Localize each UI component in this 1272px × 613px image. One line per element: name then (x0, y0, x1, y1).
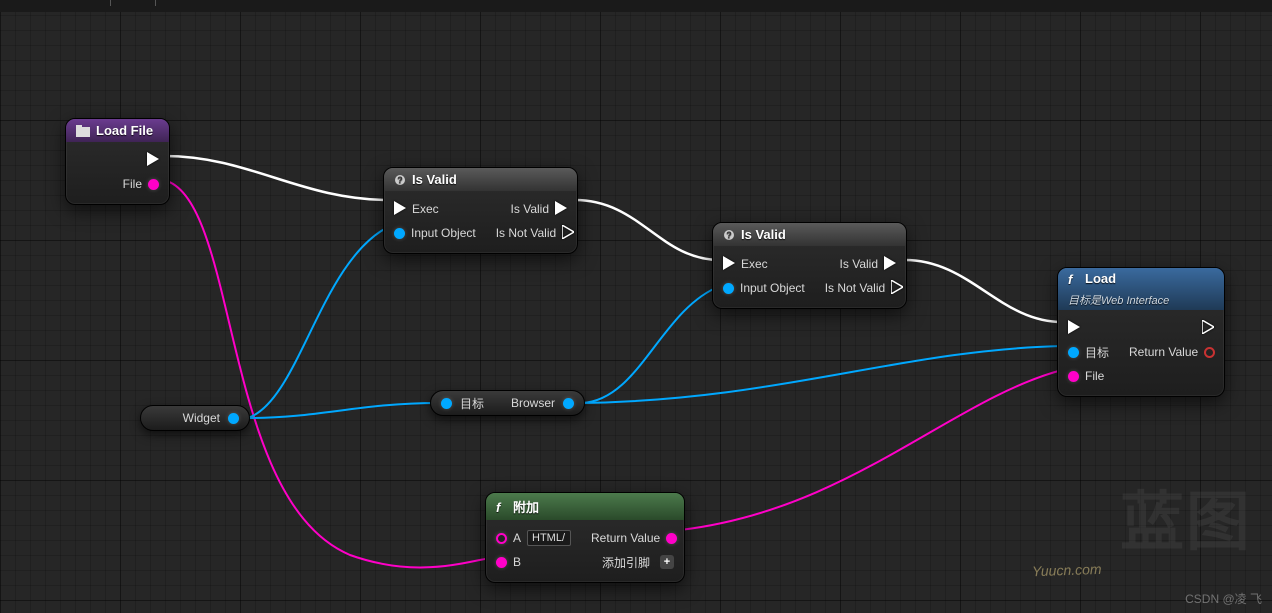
pin-dot-blue[interactable] (228, 413, 239, 424)
pin-dot-blue (723, 283, 734, 294)
pin-label: Is Not Valid (825, 281, 885, 295)
ruler-mark (110, 0, 111, 6)
pin-label: Is Valid (511, 202, 549, 216)
pin-a[interactable]: A (486, 530, 581, 546)
pin-return-value[interactable]: Return Value (581, 531, 685, 545)
node-header: ? Is Valid (384, 168, 577, 191)
pin-label: Is Not Valid (496, 226, 556, 240)
pin-is-valid-out[interactable]: Is Valid (501, 201, 577, 218)
pin-dot-magenta-outline (496, 533, 507, 544)
function-icon: f (496, 501, 507, 513)
watermark-url: Yuucn.com (1032, 561, 1102, 579)
top-ruler (0, 0, 1272, 12)
pin-dot-blue (1068, 347, 1079, 358)
function-icon: f (1068, 273, 1079, 285)
pin-exec-out[interactable] (1192, 320, 1224, 337)
pin-exec-in[interactable]: Exec (713, 256, 778, 273)
watermark-csdn: CSDN @凌 飞 (1185, 590, 1262, 607)
pin-label: 目标 (1085, 344, 1109, 361)
reroute-browser[interactable]: 目标 Browser (430, 390, 585, 416)
pin-dot-magenta (666, 533, 677, 544)
pin-return-value[interactable]: Return Value (1119, 345, 1225, 359)
pin-is-valid-out[interactable]: Is Valid (830, 256, 906, 273)
node-subtitle: 目标是Web Interface (1068, 292, 1169, 308)
pin-is-not-valid-out[interactable]: Is Not Valid (815, 280, 907, 297)
pin-dot-magenta (496, 557, 507, 568)
node-title: 附加 (513, 497, 539, 516)
add-pin-button[interactable]: + 添加引脚 (592, 554, 684, 571)
pin-dot-blue (394, 228, 405, 239)
pin-label: Input Object (740, 281, 805, 295)
pin-label: Is Valid (840, 257, 878, 271)
pin-a-value-input[interactable] (527, 530, 571, 546)
pin-file-in[interactable]: File (1058, 369, 1114, 383)
svg-text:?: ? (726, 230, 732, 240)
node-title: Load (1085, 271, 1116, 286)
pin-exec-in[interactable]: Exec (384, 201, 449, 218)
pin-exec-out[interactable] (137, 152, 169, 169)
pin-label: B (513, 555, 521, 569)
pin-label: Exec (412, 202, 439, 216)
pin-label: A (513, 531, 521, 545)
node-is-valid-2[interactable]: ? Is Valid Exec Is Valid Input Object Is… (712, 222, 907, 309)
event-icon (76, 125, 90, 137)
pin-dot-magenta (1068, 371, 1079, 382)
node-title: Load File (96, 123, 153, 138)
watermark-background: 蓝图 (1120, 471, 1252, 563)
pin-dot-blue[interactable] (563, 398, 574, 409)
pin-file-out[interactable]: File (113, 177, 169, 191)
svg-text:?: ? (397, 175, 403, 185)
pin-label: Return Value (591, 531, 660, 545)
node-header: Load File (66, 119, 169, 142)
pin-label: Exec (741, 257, 768, 271)
pin-b[interactable]: B (486, 555, 531, 569)
pin-label: Input Object (411, 226, 476, 240)
question-icon: ? (394, 174, 406, 186)
ruler-mark (155, 0, 156, 6)
svg-text:f: f (496, 501, 502, 513)
reroute-right-label: Browser (511, 396, 555, 410)
node-header: f 附加 (486, 493, 684, 520)
pin-label: File (1085, 369, 1104, 383)
pin-label: File (123, 177, 142, 191)
pin-dot-red (1204, 347, 1215, 358)
pin-dot-magenta (148, 179, 159, 190)
reroute-label: Widget (183, 411, 220, 425)
node-load-file[interactable]: Load File File (65, 118, 170, 205)
node-append[interactable]: f 附加 A Return Value B + 添加引脚 (485, 492, 685, 583)
node-is-valid-1[interactable]: ? Is Valid Exec Is Valid Input Object Is… (383, 167, 578, 254)
pin-input-object[interactable]: Input Object (384, 226, 486, 240)
plus-icon: + (660, 555, 674, 569)
pin-target[interactable]: 目标 (1058, 344, 1119, 361)
reroute-left-label: 目标 (460, 395, 484, 412)
node-header: f Load 目标是Web Interface (1058, 268, 1224, 310)
node-title: Is Valid (412, 172, 457, 187)
node-header: ? Is Valid (713, 223, 906, 246)
node-load[interactable]: f Load 目标是Web Interface 目标 Return Value (1057, 267, 1225, 397)
pin-label: Return Value (1129, 345, 1198, 359)
pin-is-not-valid-out[interactable]: Is Not Valid (486, 225, 578, 242)
node-title: Is Valid (741, 227, 786, 242)
svg-text:f: f (1068, 273, 1074, 285)
pin-label: 添加引脚 (602, 554, 650, 571)
pin-exec-in[interactable] (1058, 320, 1090, 337)
pin-input-object[interactable]: Input Object (713, 281, 815, 295)
reroute-widget[interactable]: Widget (140, 405, 250, 431)
pin-dot-blue[interactable] (441, 398, 452, 409)
question-icon: ? (723, 229, 735, 241)
